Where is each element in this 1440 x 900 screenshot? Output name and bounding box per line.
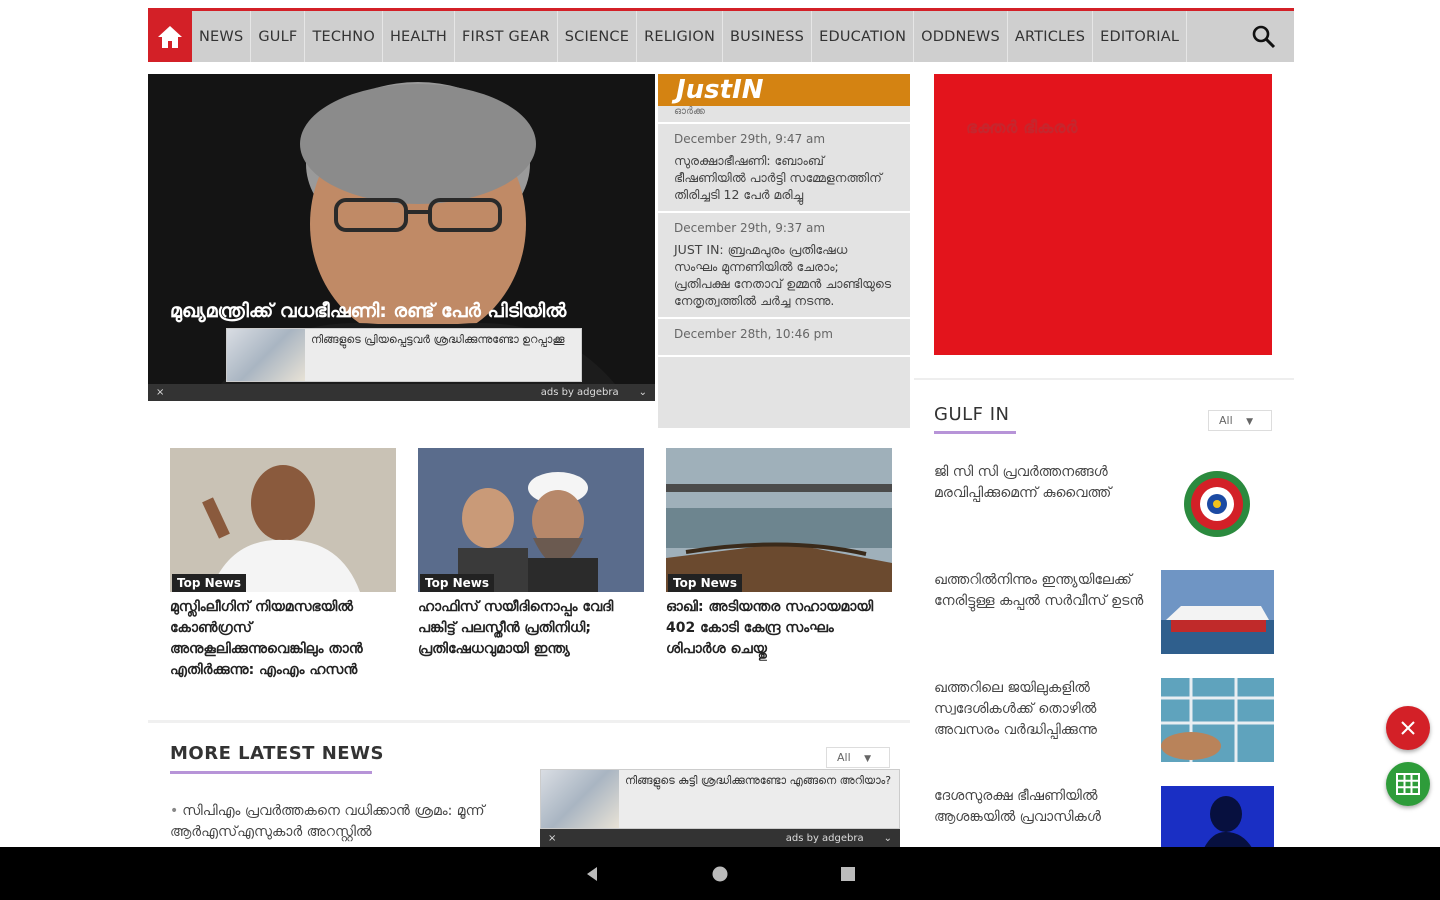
search-button[interactable] bbox=[1234, 11, 1294, 62]
search-icon bbox=[1252, 25, 1276, 48]
ad-thumbnail bbox=[541, 770, 619, 828]
grid-icon bbox=[1396, 773, 1420, 795]
chevron-down-icon: ▼ bbox=[1246, 417, 1254, 427]
banner-ad[interactable]: ഭക്തർ ഭീകരർ bbox=[934, 74, 1272, 355]
gulf-item-text: ജി സി സി പ്രവർത്തനങ്ങൾ മരവിപ്പിക്കുമെന്ന… bbox=[934, 464, 1112, 501]
card-photo bbox=[418, 448, 644, 592]
main-nav: NEWS GULF TECHNO HEALTH FIRST GEAR SCIEN… bbox=[148, 8, 1294, 62]
justin-stub: ഓർക്ക bbox=[658, 106, 910, 124]
card-badge: Top News bbox=[668, 574, 743, 592]
nav-item-education[interactable]: EDUCATION bbox=[812, 11, 915, 62]
chevron-down-icon[interactable]: ⌄ bbox=[639, 387, 647, 398]
nav-item-techno[interactable]: TECHNO bbox=[305, 11, 383, 62]
gulf-item[interactable]: ജി സി സി പ്രവർത്തനങ്ങൾ മരവിപ്പിക്കുമെന്ന… bbox=[934, 462, 1274, 550]
ad-text: നിങ്ങളുടെ കുട്ടി ശ്രദ്ധിക്കുന്നുണ്ടോ എങ്… bbox=[625, 774, 892, 787]
chevron-down-icon: ▼ bbox=[864, 754, 872, 764]
nav-item-first-gear[interactable]: FIRST GEAR bbox=[455, 11, 558, 62]
hero-headline[interactable]: മുഖ്യമന്ത്രിക്ക് വധഭീഷണി: രണ്ട് പേർ പിടി… bbox=[170, 298, 590, 325]
ad-credit: ads by adgebra bbox=[785, 833, 864, 844]
justin-date: December 29th, 9:37 am bbox=[674, 221, 826, 235]
justin-item[interactable]: December 29th, 9:37 am JUST IN: ബ്രഹ്മപു… bbox=[658, 213, 910, 319]
card-photo bbox=[666, 448, 892, 592]
gulf-title: GULF IN bbox=[934, 404, 1010, 425]
gulf-filter-dropdown[interactable]: All ▼ bbox=[1208, 410, 1272, 431]
nav-item-business[interactable]: BUSINESS bbox=[723, 11, 813, 62]
latest-news-item[interactable]: • സിപിഎം പ്രവർത്തകനെ വധിക്കാൻ ശ്രമം: മൂന്… bbox=[170, 801, 520, 843]
hero-story[interactable]: മുഖ്യമന്ത്രിക്ക് വധഭീഷണി: രണ്ട് പേർ പിടി… bbox=[148, 74, 655, 401]
ad-credit: ads by adgebra bbox=[540, 387, 619, 398]
gulf-item-image bbox=[1161, 462, 1274, 546]
ad-thumbnail bbox=[227, 329, 305, 381]
nav-item-health[interactable]: HEALTH bbox=[383, 11, 455, 62]
system-nav-bar bbox=[0, 847, 1440, 900]
news-page: NEWS GULF TECHNO HEALTH FIRST GEAR SCIEN… bbox=[148, 8, 1294, 848]
gulf-item-image bbox=[1161, 570, 1274, 654]
home-icon bbox=[158, 25, 182, 48]
back-icon[interactable] bbox=[583, 865, 601, 883]
latest-item-text: സിപിഎം പ്രവർത്തകനെ വധിക്കാൻ ശ്രമം: മൂന്ന… bbox=[170, 803, 485, 840]
gulf-item-image bbox=[1161, 678, 1274, 762]
banner-ad-text: ഭക്തർ ഭീകരർ bbox=[966, 118, 1078, 138]
home-circle-icon[interactable] bbox=[711, 865, 729, 883]
gulf-title-underline bbox=[934, 431, 1016, 434]
latest-filter-dropdown[interactable]: All ▼ bbox=[826, 747, 890, 768]
card-headline: മുസ്ലിംലീഗിന് നിയമസഭയിൽ കോൺഗ്രസ് അനുകൂലി… bbox=[170, 599, 363, 678]
ad-text: നിങ്ങളുടെ പ്രിയപ്പെട്ടവർ ശ്രദ്ധിക്കുന്നു… bbox=[311, 333, 565, 346]
gulf-item-image bbox=[1161, 786, 1274, 848]
nav-item-science[interactable]: SCIENCE bbox=[558, 11, 638, 62]
card-image: Top News bbox=[170, 448, 396, 592]
justin-date: December 29th, 9:47 am bbox=[674, 132, 826, 146]
card-image: Top News bbox=[418, 448, 644, 592]
latest-title: MORE LATEST NEWS bbox=[170, 743, 384, 764]
justin-title: JustIN bbox=[658, 74, 910, 106]
card-headline: ഓഖി: അടിയന്തര സഹായമായി 402 കോടി കേന്ദ്ര … bbox=[666, 599, 874, 657]
top-news-card[interactable]: Top News മുസ്ലിംലീഗിന് നിയമസഭയിൽ കോൺഗ്രസ… bbox=[170, 448, 396, 681]
top-news-card[interactable]: Top News ഓഖി: അടിയന്തര സഹായമായി 402 കോടി… bbox=[666, 448, 892, 660]
gulf-item-text: ദേശസുരക്ഷ ഭീഷണിയിൽ ആശങ്കയിൽ പ്രവാസികൾ bbox=[934, 788, 1101, 825]
justin-item[interactable]: December 28th, 10:46 pm bbox=[658, 319, 910, 357]
gulf-item[interactable]: ഖത്തറിലെ ജയിലുകളിൽ സ്വദേശികൾക്ക് തൊഴിൽ അ… bbox=[934, 678, 1274, 766]
justin-text: JUST IN: ബ്രഹ്മപുരം പ്രതിഷേധ സംഘം മുന്നണ… bbox=[674, 242, 892, 308]
nav-item-religion[interactable]: RELIGION bbox=[637, 11, 724, 62]
latest-ad-bar: × ads by adgebra ⌄ bbox=[540, 829, 900, 848]
ad-close-button[interactable]: × bbox=[548, 833, 556, 844]
card-badge: Top News bbox=[172, 574, 247, 592]
ad-close-button[interactable]: × bbox=[156, 387, 164, 398]
home-button[interactable] bbox=[148, 11, 192, 62]
card-headline: ഹാഫിസ് സയീദിനൊപ്പം വേദി പങ്കിട്ട് പലസ്തീ… bbox=[418, 599, 614, 657]
gulf-item-text: ഖത്തറിൽനിന്നും ഇന്ത്യയിലേക്ക് നേരിട്ടുള്… bbox=[934, 572, 1144, 609]
latest-ad[interactable]: നിങ്ങളുടെ കുട്ടി ശ്രദ്ധിക്കുന്നുണ്ടോ എങ്… bbox=[540, 769, 900, 829]
hero-ad-bar: × ads by adgebra ⌄ bbox=[148, 384, 655, 401]
latest-section: MORE LATEST NEWS All ▼ • സിപിഎം പ്രവർത്തക… bbox=[148, 720, 910, 848]
nav-item-editorial[interactable]: EDITORIAL bbox=[1093, 11, 1188, 62]
gulf-section: GULF IN All ▼ ജി സി സി പ്രവർത്തനങ്ങൾ മരവ… bbox=[914, 378, 1294, 848]
card-photo bbox=[170, 448, 396, 592]
close-fab-button[interactable] bbox=[1386, 706, 1430, 750]
chevron-down-icon[interactable]: ⌄ bbox=[884, 833, 892, 844]
nav-item-news[interactable]: NEWS bbox=[192, 11, 252, 62]
bullet-icon: • bbox=[170, 803, 179, 819]
recents-icon[interactable] bbox=[839, 865, 857, 883]
justin-date: December 28th, 10:46 pm bbox=[674, 327, 833, 341]
nav-menu: NEWS GULF TECHNO HEALTH FIRST GEAR SCIEN… bbox=[192, 11, 1234, 62]
hero-ad[interactable]: നിങ്ങളുടെ പ്രിയപ്പെട്ടവർ ശ്രദ്ധിക്കുന്നു… bbox=[226, 328, 582, 382]
latest-title-underline bbox=[170, 771, 372, 774]
justin-text: സുരക്ഷാഭീഷണി: ബോംബ് ഭീഷണിയിൽ പാർട്ടി സമ്… bbox=[674, 153, 882, 202]
card-image: Top News bbox=[666, 448, 892, 592]
close-icon bbox=[1401, 721, 1415, 735]
latest-filter-value: All bbox=[837, 751, 851, 764]
nav-item-articles[interactable]: ARTICLES bbox=[1008, 11, 1094, 62]
top-news-card[interactable]: Top News ഹാഫിസ് സയീദിനൊപ്പം വേദി പങ്കിട്… bbox=[418, 448, 644, 660]
justin-item[interactable]: December 29th, 9:47 am സുരക്ഷാഭീഷണി: ബോം… bbox=[658, 124, 910, 213]
nav-item-gulf[interactable]: GULF bbox=[251, 11, 306, 62]
nav-item-oddnews[interactable]: ODDNEWS bbox=[914, 11, 1008, 62]
gulf-filter-value: All bbox=[1219, 414, 1233, 427]
apps-fab-button[interactable] bbox=[1386, 762, 1430, 806]
card-badge: Top News bbox=[420, 574, 495, 592]
justin-panel: JustIN ഓർക്ക December 29th, 9:47 am സുരക… bbox=[658, 74, 910, 428]
gulf-item-text: ഖത്തറിലെ ജയിലുകളിൽ സ്വദേശികൾക്ക് തൊഴിൽ അ… bbox=[934, 680, 1097, 738]
gulf-item[interactable]: ദേശസുരക്ഷ ഭീഷണിയിൽ ആശങ്കയിൽ പ്രവാസികൾ bbox=[934, 786, 1274, 848]
gulf-item[interactable]: ഖത്തറിൽനിന്നും ഇന്ത്യയിലേക്ക് നേരിട്ടുള്… bbox=[934, 570, 1274, 658]
gulf-heading: GULF IN bbox=[934, 404, 1016, 434]
